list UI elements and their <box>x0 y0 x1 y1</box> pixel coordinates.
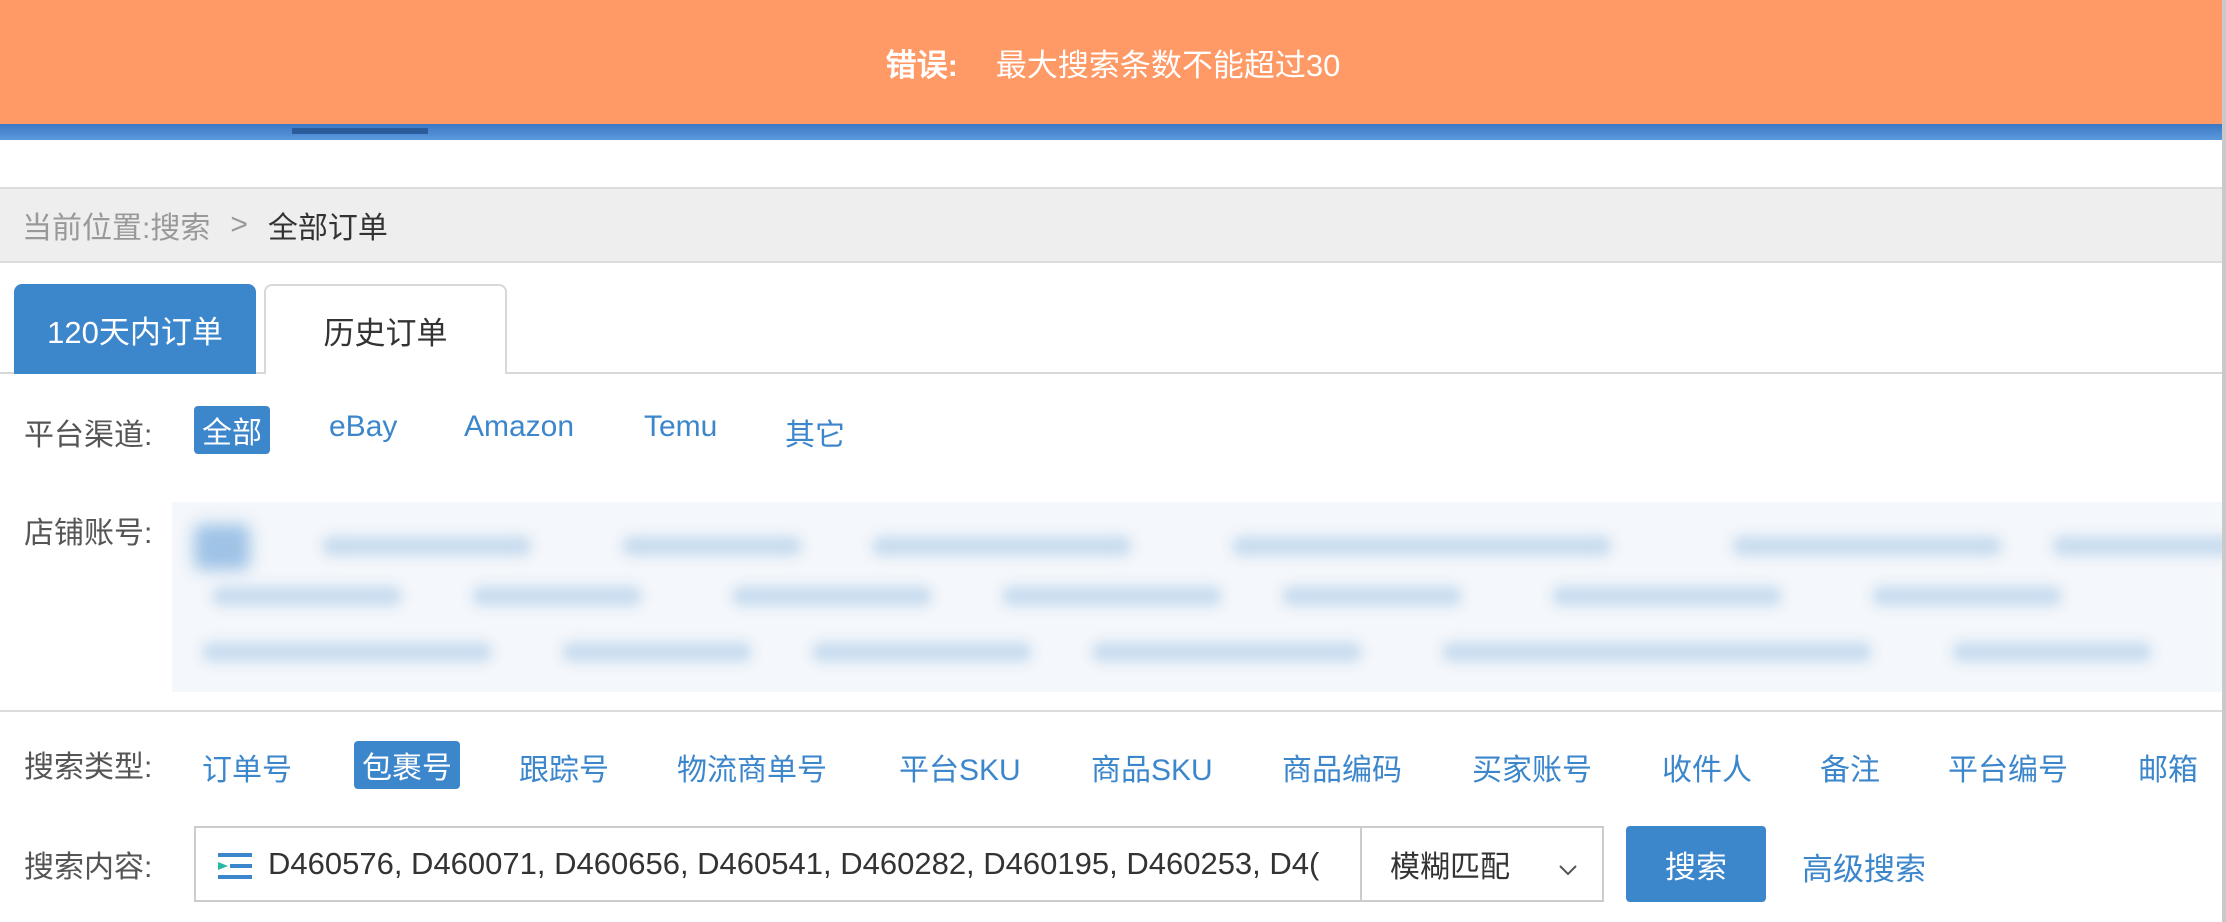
search-content-label: 搜索内容: <box>24 851 153 884</box>
breadcrumb-current: 全部订单 <box>267 212 388 245</box>
search-type-label: 搜索类型: <box>24 751 153 784</box>
platform-option-other[interactable]: 其它 <box>785 410 845 454</box>
platform-option-amazon[interactable]: Amazon <box>464 410 574 444</box>
nav-active-indicator <box>292 128 428 134</box>
search-type-recipient[interactable]: 收件人 <box>1662 745 1752 789</box>
advanced-search-link[interactable]: 高级搜索 <box>1802 844 1926 889</box>
search-type-order-number[interactable]: 订单号 <box>202 745 292 789</box>
match-mode-select[interactable]: 模糊匹配 <box>1360 826 1604 902</box>
order-tabs: 120天内订单 历史订单 <box>0 284 2222 374</box>
section-divider <box>0 710 2222 712</box>
top-nav-strip <box>0 124 2226 140</box>
chevron-down-icon <box>1558 854 1578 876</box>
search-type-email[interactable]: 邮箱 <box>2138 745 2198 789</box>
search-input-value[interactable]: D460576, D460071, D460656, D460541, D460… <box>268 828 1530 900</box>
search-type-carrier-number[interactable]: 物流商单号 <box>677 745 827 789</box>
search-type-product-sku[interactable]: 商品SKU <box>1091 745 1213 789</box>
search-type-tracking-number[interactable]: 跟踪号 <box>519 745 609 789</box>
platform-option-all[interactable]: 全部 <box>194 406 270 454</box>
search-type-buyer-account[interactable]: 买家账号 <box>1472 745 1592 789</box>
breadcrumb: 当前位置: 搜索 > 全部订单 <box>0 187 2222 263</box>
platform-option-temu[interactable]: Temu <box>644 410 717 444</box>
breadcrumb-prefix: 当前位置: <box>22 212 151 245</box>
platform-option-ebay[interactable]: eBay <box>329 410 397 444</box>
batch-list-icon[interactable] <box>214 850 254 882</box>
store-label: 店铺账号: <box>24 517 153 550</box>
search-type-note[interactable]: 备注 <box>1820 745 1880 789</box>
search-button[interactable]: 搜索 <box>1626 826 1766 902</box>
platform-label: 平台渠道: <box>24 419 153 452</box>
match-mode-value: 模糊匹配 <box>1390 851 1510 884</box>
breadcrumb-parent-link[interactable]: 搜索 <box>150 203 210 247</box>
search-type-platform-id[interactable]: 平台编号 <box>1948 745 2068 789</box>
error-message: 最大搜索条数不能超过30 <box>995 47 1341 83</box>
search-type-product-code[interactable]: 商品编码 <box>1282 745 1402 789</box>
search-type-package-number[interactable]: 包裹号 <box>354 741 460 789</box>
error-banner: 错误: 最大搜索条数不能超过30 <box>0 0 2226 124</box>
error-label: 错误: <box>885 47 958 83</box>
store-account-list[interactable] <box>172 502 2222 692</box>
tab-120-day-orders[interactable]: 120天内订单 <box>14 284 256 374</box>
store-account-selected[interactable] <box>194 524 250 570</box>
search-type-platform-sku[interactable]: 平台SKU <box>899 745 1021 789</box>
page-scrollbar[interactable] <box>2222 0 2226 922</box>
tab-history-orders[interactable]: 历史订单 <box>264 284 507 374</box>
breadcrumb-separator: > <box>230 208 248 241</box>
